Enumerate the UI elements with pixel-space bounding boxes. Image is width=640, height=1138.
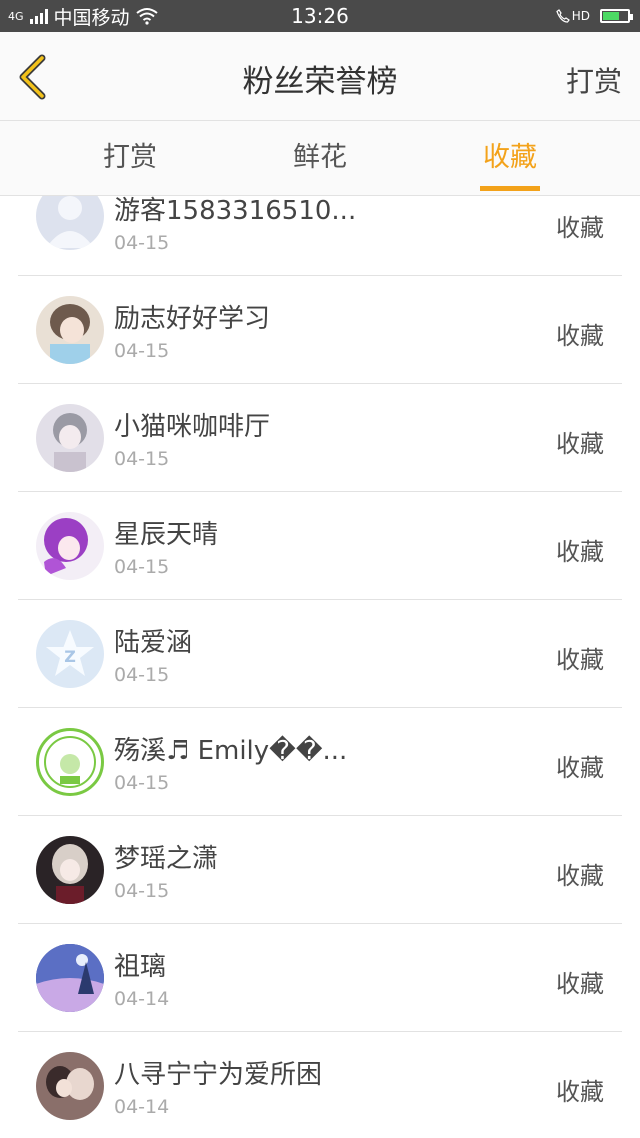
anime-boy-avatar	[36, 404, 104, 472]
list-item[interactable]: 殇溪♬ Emily��... 04-15 收藏	[18, 708, 622, 816]
status-right: HD	[556, 0, 633, 32]
tab-favorites[interactable]: 收藏	[450, 121, 570, 195]
anime-girl-avatar	[36, 296, 104, 364]
fan-date: 04-15	[114, 232, 170, 254]
tab-reward[interactable]: 打赏	[70, 121, 190, 195]
action-label: 收藏	[556, 430, 604, 458]
fan-date: 04-15	[114, 340, 170, 362]
star-logo-avatar: Z	[36, 620, 104, 688]
night-landscape-avatar	[36, 944, 104, 1012]
action-label: 收藏	[556, 322, 604, 350]
action-label: 收藏	[556, 214, 604, 242]
list-item[interactable]: Z 陆爱涵 04-15 收藏	[18, 600, 622, 708]
fan-date: 04-14	[114, 1096, 170, 1118]
reward-button[interactable]: 打赏	[566, 32, 622, 120]
page-title: 粉丝荣誉榜	[242, 64, 398, 100]
hd-label: HD	[571, 9, 590, 23]
fan-name: 殇溪♬ Emily��...	[114, 736, 348, 766]
fan-date: 04-14	[114, 988, 170, 1010]
list-item[interactable]: 游客1583316510... 04-15 收藏	[18, 196, 622, 276]
fan-list[interactable]: 游客1583316510... 04-15 收藏 励志好好学习 04-15 收藏…	[0, 196, 640, 1138]
fan-name: 励志好好学习	[114, 304, 271, 334]
action-label: 收藏	[556, 754, 604, 782]
fan-name: 游客1583316510...	[114, 196, 357, 226]
list-item[interactable]: 八寻宁宁为爱所困 04-14 收藏	[18, 1032, 622, 1138]
action-label: 收藏	[556, 862, 604, 890]
action-label: 收藏	[556, 646, 604, 674]
fan-name: 梦瑶之潇	[114, 844, 219, 874]
fan-name: 陆爱涵	[114, 628, 193, 658]
navigation-bar: 粉丝荣誉榜 打赏	[0, 32, 640, 121]
fan-date: 04-15	[114, 880, 170, 902]
tab-bar: 打赏 鲜花 收藏	[0, 121, 640, 196]
fan-name: 八寻宁宁为爱所困	[114, 1060, 323, 1090]
fan-name: 星辰天晴	[114, 520, 219, 550]
active-tab-indicator	[480, 186, 540, 191]
anime-couple-avatar	[36, 1052, 104, 1120]
action-label: 收藏	[556, 970, 604, 998]
list-item[interactable]: 星辰天晴 04-15 收藏	[18, 492, 622, 600]
hd-call-icon: HD	[556, 9, 590, 23]
default-user-avatar	[36, 196, 104, 250]
green-badge-avatar	[36, 728, 104, 796]
list-item[interactable]: 梦瑶之潇 04-15 收藏	[18, 816, 622, 924]
fan-date: 04-15	[114, 556, 170, 578]
list-item[interactable]: 小猫咪咖啡厅 04-15 收藏	[18, 384, 622, 492]
list-item[interactable]: 祖璃 04-14 收藏	[18, 924, 622, 1032]
status-bar: 4G 中国移动 13:26 HD	[0, 0, 640, 32]
tab-flowers[interactable]: 鲜花	[260, 121, 380, 195]
tab-label: 鲜花	[293, 142, 347, 173]
list-item[interactable]: 励志好好学习 04-15 收藏	[18, 276, 622, 384]
status-time: 13:26	[291, 4, 349, 28]
fan-date: 04-15	[114, 448, 170, 470]
fan-date: 04-15	[114, 772, 170, 794]
dark-anime-girl-avatar	[36, 836, 104, 904]
svg-text:Z: Z	[64, 647, 76, 666]
action-label: 收藏	[556, 538, 604, 566]
fan-name: 祖璃	[114, 952, 167, 982]
fan-name: 小猫咪咖啡厅	[114, 412, 271, 442]
action-label: 收藏	[556, 1078, 604, 1106]
purple-hair-anime-avatar	[36, 512, 104, 580]
battery-icon	[600, 9, 633, 23]
tab-label: 收藏	[483, 142, 537, 173]
fan-date: 04-15	[114, 664, 170, 686]
tab-label: 打赏	[103, 142, 157, 173]
